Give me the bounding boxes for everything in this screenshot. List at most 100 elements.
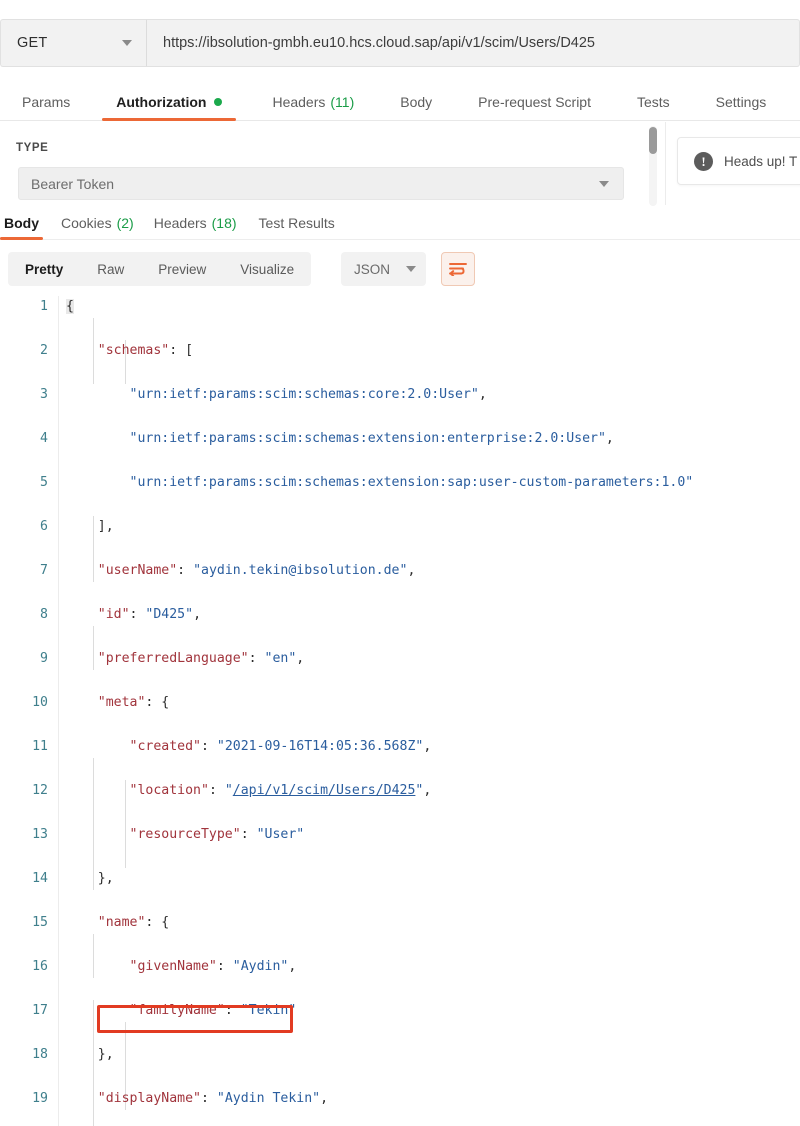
tab-tests-label: Tests [636,94,670,110]
code-line-text: }, [66,1044,114,1066]
response-body-code-viewer[interactable]: 1{2 "schemas": [3 "urn:ietf:params:scim:… [0,296,800,1126]
code-token: "2021-09-16T14:05:36.568Z" [216,739,424,754]
code-token: "location" [129,783,209,798]
code-token: , [288,959,297,974]
code-token: : { [145,695,170,710]
word-wrap-icon [449,263,467,276]
line-number: 19 [32,1091,48,1106]
code-token: "id" [97,607,130,622]
code-token: "schemas" [97,343,170,358]
code-token: , [423,783,432,798]
tab-pre-request-script[interactable]: Pre-request Script [464,83,605,121]
code-line-text: "meta": { [66,692,169,714]
response-tab-body[interactable]: Body [0,205,43,240]
word-wrap-button[interactable] [441,252,475,286]
code-token: , [407,563,416,578]
code-line-text: ], [66,516,114,538]
auth-type-label: TYPE [16,142,49,154]
code-line: 15 "name": { [0,912,800,934]
code-token: : [177,563,194,578]
tab-params[interactable]: Params [8,83,84,121]
code-line: 12 "location": "/api/v1/scim/Users/D425"… [0,780,800,802]
code-token: "preferredLanguage" [97,651,249,666]
code-token: : [224,1003,241,1018]
line-number: 9 [40,651,48,666]
code-token: { [66,299,74,314]
response-language-value: JSON [354,261,391,277]
code-token: " [224,783,233,798]
view-mode-visualize[interactable]: Visualize [223,252,311,286]
response-tab-test-results[interactable]: Test Results [259,205,335,240]
response-tab-body-label: Body [4,214,39,231]
http-method-select[interactable]: GET [0,19,146,67]
tab-body[interactable]: Body [386,83,446,121]
code-token: "urn:ietf:params:scim:schemas:extension:… [129,431,606,446]
view-mode-group: Pretty Raw Preview Visualize [8,252,312,286]
tab-headers-label: Headers [272,94,326,110]
auth-pane-scrollbar-thumb[interactable] [649,127,657,154]
code-line: 11 "created": "2021-09-16T14:05:36.568Z"… [0,736,800,758]
heads-up-notification[interactable]: ! Heads up! T [677,137,800,185]
line-number: 16 [32,959,48,974]
view-mode-raw[interactable]: Raw [80,252,141,286]
line-number: 6 [40,519,48,534]
code-line-text: "familyName": "Tekin" [66,1000,297,1022]
active-tab-underline [102,118,237,121]
view-mode-pretty[interactable]: Pretty [8,252,80,286]
alert-circle-icon: ! [694,151,713,171]
code-line-text: "resourceType": "User" [66,824,305,846]
code-line-text: "urn:ietf:params:scim:schemas:extension:… [66,472,694,494]
view-mode-visualize-label: Visualize [240,261,295,277]
code-token: : [129,607,146,622]
code-line-text: "name": { [66,912,169,934]
pane-divider [665,122,666,205]
tab-headers-count: (11) [330,94,355,110]
request-url-bar: GET https://ibsolution-gmbh.eu10.hcs.clo… [0,19,800,67]
code-token: "aydin.tekin@ibsolution.de" [193,563,408,578]
response-language-select[interactable]: JSON [341,252,426,286]
view-mode-pretty-label: Pretty [25,261,64,277]
view-mode-preview-label: Preview [158,261,207,277]
request-url-input[interactable]: https://ibsolution-gmbh.eu10.hcs.cloud.s… [146,19,800,67]
code-token: "Aydin" [232,959,289,974]
code-line-text: "urn:ietf:params:scim:schemas:core:2.0:U… [66,384,487,406]
code-token: "Tekin" [240,1003,297,1018]
line-number: 7 [40,563,48,578]
code-line: 9 "preferredLanguage": "en", [0,648,800,670]
code-token: "familyName" [129,1003,225,1018]
response-tab-test-results-label: Test Results [258,214,335,231]
line-number: 11 [32,739,48,754]
code-line: 3 "urn:ietf:params:scim:schemas:core:2.0… [0,384,800,406]
response-tab-cookies[interactable]: Cookies (2) [61,205,134,240]
tab-settings[interactable]: Settings [702,83,781,121]
code-token: : { [145,915,170,930]
tab-authorization-label: Authorization [116,94,207,110]
code-line-text: "id": "D425", [66,604,201,626]
code-line-text: }, [66,868,114,890]
code-line: 1{ [0,296,800,318]
auth-type-select[interactable]: Bearer Token [18,167,624,200]
code-token: : [240,827,257,842]
code-lines: 1{2 "schemas": [3 "urn:ietf:params:scim:… [0,296,800,1126]
view-mode-preview[interactable]: Preview [141,252,223,286]
code-token: "en" [264,651,297,666]
tab-headers[interactable]: Headers (11) [258,83,368,121]
response-tab-headers[interactable]: Headers (18) [154,205,237,240]
code-token: : [248,651,265,666]
http-method-value: GET [17,35,48,51]
code-link[interactable]: /api/v1/scim/Users/D425 [233,783,416,798]
tab-authorization[interactable]: Authorization [102,83,237,121]
code-token: }, [66,1047,114,1062]
chevron-down-icon [122,40,132,46]
tab-tests[interactable]: Tests [623,83,684,121]
line-number: 1 [40,299,48,314]
tab-body-label: Body [400,94,433,110]
code-line-text: "schemas": [ [66,340,193,362]
chevron-down-icon [599,180,609,187]
